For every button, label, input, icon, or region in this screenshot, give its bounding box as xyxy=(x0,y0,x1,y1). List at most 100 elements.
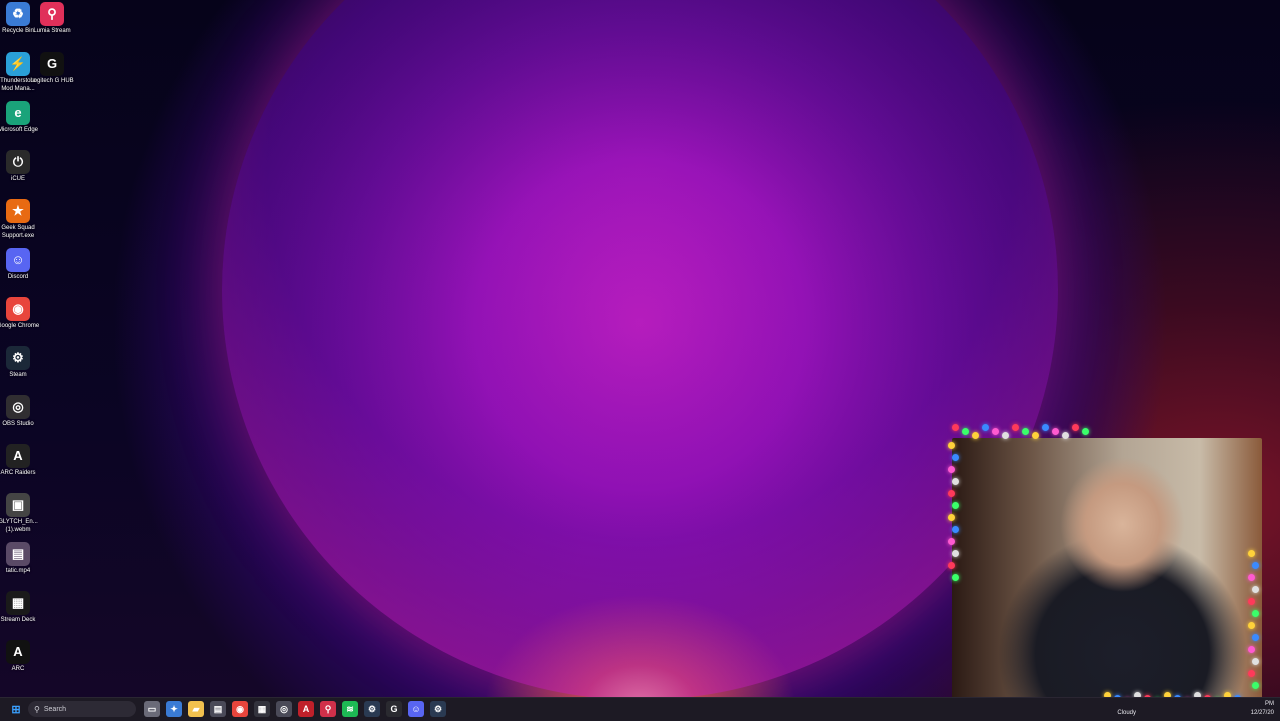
lumia-stream-icon: ⚲ xyxy=(40,2,64,26)
search-placeholder: Search xyxy=(43,705,67,713)
steam-active-icon[interactable]: ⚙ xyxy=(430,701,446,717)
store-icon[interactable]: ▤ xyxy=(210,701,226,717)
desktop-icon-label: Lumia Stream xyxy=(33,28,71,34)
icue-icon: ⏻ xyxy=(6,150,30,174)
desktop-icon-stream-deck[interactable]: ▦ Stream Deck xyxy=(0,591,40,625)
desktop-icon-icue[interactable]: ⏻ iCUE xyxy=(0,150,40,184)
light-bulb xyxy=(1002,432,1009,439)
copilot-icon[interactable]: ✦ xyxy=(166,701,182,717)
light-bulb xyxy=(948,562,955,569)
desktop-icon-arc-raiders[interactable]: A ARC Raiders xyxy=(0,444,40,478)
thunderstore-icon: ⚡ xyxy=(6,52,30,76)
light-bulb xyxy=(1082,428,1089,435)
search-box[interactable]: ⚲ Search xyxy=(28,701,136,717)
desktop-icon-mp4-file[interactable]: ▤ tatic.mp4 xyxy=(0,542,40,576)
desktop-icon-chrome[interactable]: ◉ Google Chrome xyxy=(0,297,40,331)
desktop-icon-label: Google Chrome xyxy=(0,323,40,329)
mp4-file-icon: ▤ xyxy=(6,542,30,566)
tray-time[interactable]: PM xyxy=(1265,701,1274,707)
obs-icon: ◎ xyxy=(6,395,30,419)
obs-icon[interactable]: ◎ xyxy=(276,701,292,717)
steam-icon[interactable]: ⚙ xyxy=(364,701,380,717)
light-bulb xyxy=(952,454,959,461)
desktop-icon-obs[interactable]: ◎ OBS Studio xyxy=(0,395,40,429)
chrome-icon[interactable]: ◉ xyxy=(232,701,248,717)
desktop-icon-label: ARC xyxy=(11,666,25,672)
geek-squad-icon: ★ xyxy=(6,199,30,223)
light-bulb xyxy=(1012,424,1019,431)
light-bulb xyxy=(948,442,955,449)
light-bulb xyxy=(992,428,999,435)
logitech-g-icon: G xyxy=(40,52,64,76)
steam-icon: ⚙ xyxy=(6,346,30,370)
desktop-icon-label: Microsoft Edge xyxy=(0,127,39,133)
light-bulb xyxy=(1022,428,1029,435)
light-bulb xyxy=(1062,432,1069,439)
edge-icon: e xyxy=(6,101,30,125)
start-windows-icon[interactable]: ⊞ xyxy=(8,701,24,717)
desktop-icon-edge[interactable]: e Microsoft Edge xyxy=(0,101,40,135)
desktop-icon-label: Discord xyxy=(7,274,29,280)
desktop-icon-lumia-stream[interactable]: ⚲ Lumia Stream xyxy=(30,2,74,36)
light-bulb xyxy=(1042,424,1049,431)
light-bulb xyxy=(1052,428,1059,435)
light-bulb xyxy=(952,550,959,557)
arc-raiders-icon: A xyxy=(6,444,30,468)
light-bulb xyxy=(1252,682,1259,689)
desktop-icon-steam[interactable]: ⚙ Steam xyxy=(0,346,40,380)
tray-date[interactable]: 12/27/20 xyxy=(1251,710,1274,716)
desktop-icon-video-file[interactable]: ▣ GLYTCH_En... (1).webm xyxy=(0,493,40,534)
light-bulb xyxy=(1248,670,1255,677)
desktop-icon-discord[interactable]: ☺ Discord xyxy=(0,248,40,282)
arc-icon: A xyxy=(6,640,30,664)
desktop-icon-label: GLYTCH_En... (1).webm xyxy=(0,519,38,533)
light-bulb xyxy=(1252,658,1259,665)
discord-icon[interactable]: ☺ xyxy=(408,701,424,717)
light-bulb xyxy=(952,574,959,581)
light-bulb xyxy=(952,424,959,431)
light-bulb xyxy=(982,424,989,431)
light-bulb xyxy=(1248,598,1255,605)
desktop-icon-label: Stream Deck xyxy=(0,617,36,623)
taskbar: ⊞ ⚲ Search ▭ ✦ ▰ ▤ ◉ ▦ ◎ A ⚲ ≋ ⚙ G ☺ ⚙ Cloudy 12/27/2… xyxy=(0,697,1280,721)
light-bulb xyxy=(1032,432,1039,439)
recycle-bin-icon: ♻ xyxy=(6,2,30,26)
task-view-icon[interactable]: ▭ xyxy=(144,701,160,717)
light-bulb xyxy=(1252,586,1259,593)
lumia-stream-icon[interactable]: ⚲ xyxy=(320,701,336,717)
light-bulb xyxy=(1252,610,1259,617)
light-bulb xyxy=(948,490,955,497)
arc-icon[interactable]: A xyxy=(298,701,314,717)
light-bulb xyxy=(1248,550,1255,557)
desktop-icon-logitech-g[interactable]: G Logitech G HUB xyxy=(30,52,74,86)
light-bulb xyxy=(1248,622,1255,629)
desktop-icon-label: iCUE xyxy=(10,176,25,182)
stream-deck-icon: ▦ xyxy=(6,591,30,615)
light-bulb xyxy=(948,538,955,545)
file-explorer-icon[interactable]: ▰ xyxy=(188,701,204,717)
light-bulb xyxy=(1252,634,1259,641)
light-bulb xyxy=(952,526,959,533)
light-bulb xyxy=(972,432,979,439)
chrome-icon: ◉ xyxy=(6,297,30,321)
light-bulb xyxy=(1248,646,1255,653)
desktop-icon-label: OBS Studio xyxy=(2,421,34,427)
light-bulb xyxy=(952,478,959,485)
light-bulb xyxy=(952,502,959,509)
desktop-icon-label: Geek Squad Support.exe xyxy=(1,225,35,239)
video-file-icon: ▣ xyxy=(6,493,30,517)
desktop-icon-label: Logitech G HUB xyxy=(30,78,74,84)
desktop-icon-geek-squad[interactable]: ★ Geek Squad Support.exe xyxy=(0,199,40,240)
desktop-icon-label: Steam xyxy=(9,372,27,378)
light-bulb xyxy=(1072,424,1079,431)
light-bulb xyxy=(948,514,955,521)
light-bulb xyxy=(948,466,955,473)
light-bulb xyxy=(1252,562,1259,569)
search-icon: ⚲ xyxy=(34,704,40,714)
desktop-icon-label: tatic.mp4 xyxy=(5,568,31,574)
desktop-icon-arc[interactable]: A ARC xyxy=(0,640,40,674)
stream-deck-icon[interactable]: ▦ xyxy=(254,701,270,717)
spotify-icon[interactable]: ≋ xyxy=(342,701,358,717)
logitech-g-icon[interactable]: G xyxy=(386,701,402,717)
weather-text[interactable]: Cloudy xyxy=(1117,710,1136,716)
